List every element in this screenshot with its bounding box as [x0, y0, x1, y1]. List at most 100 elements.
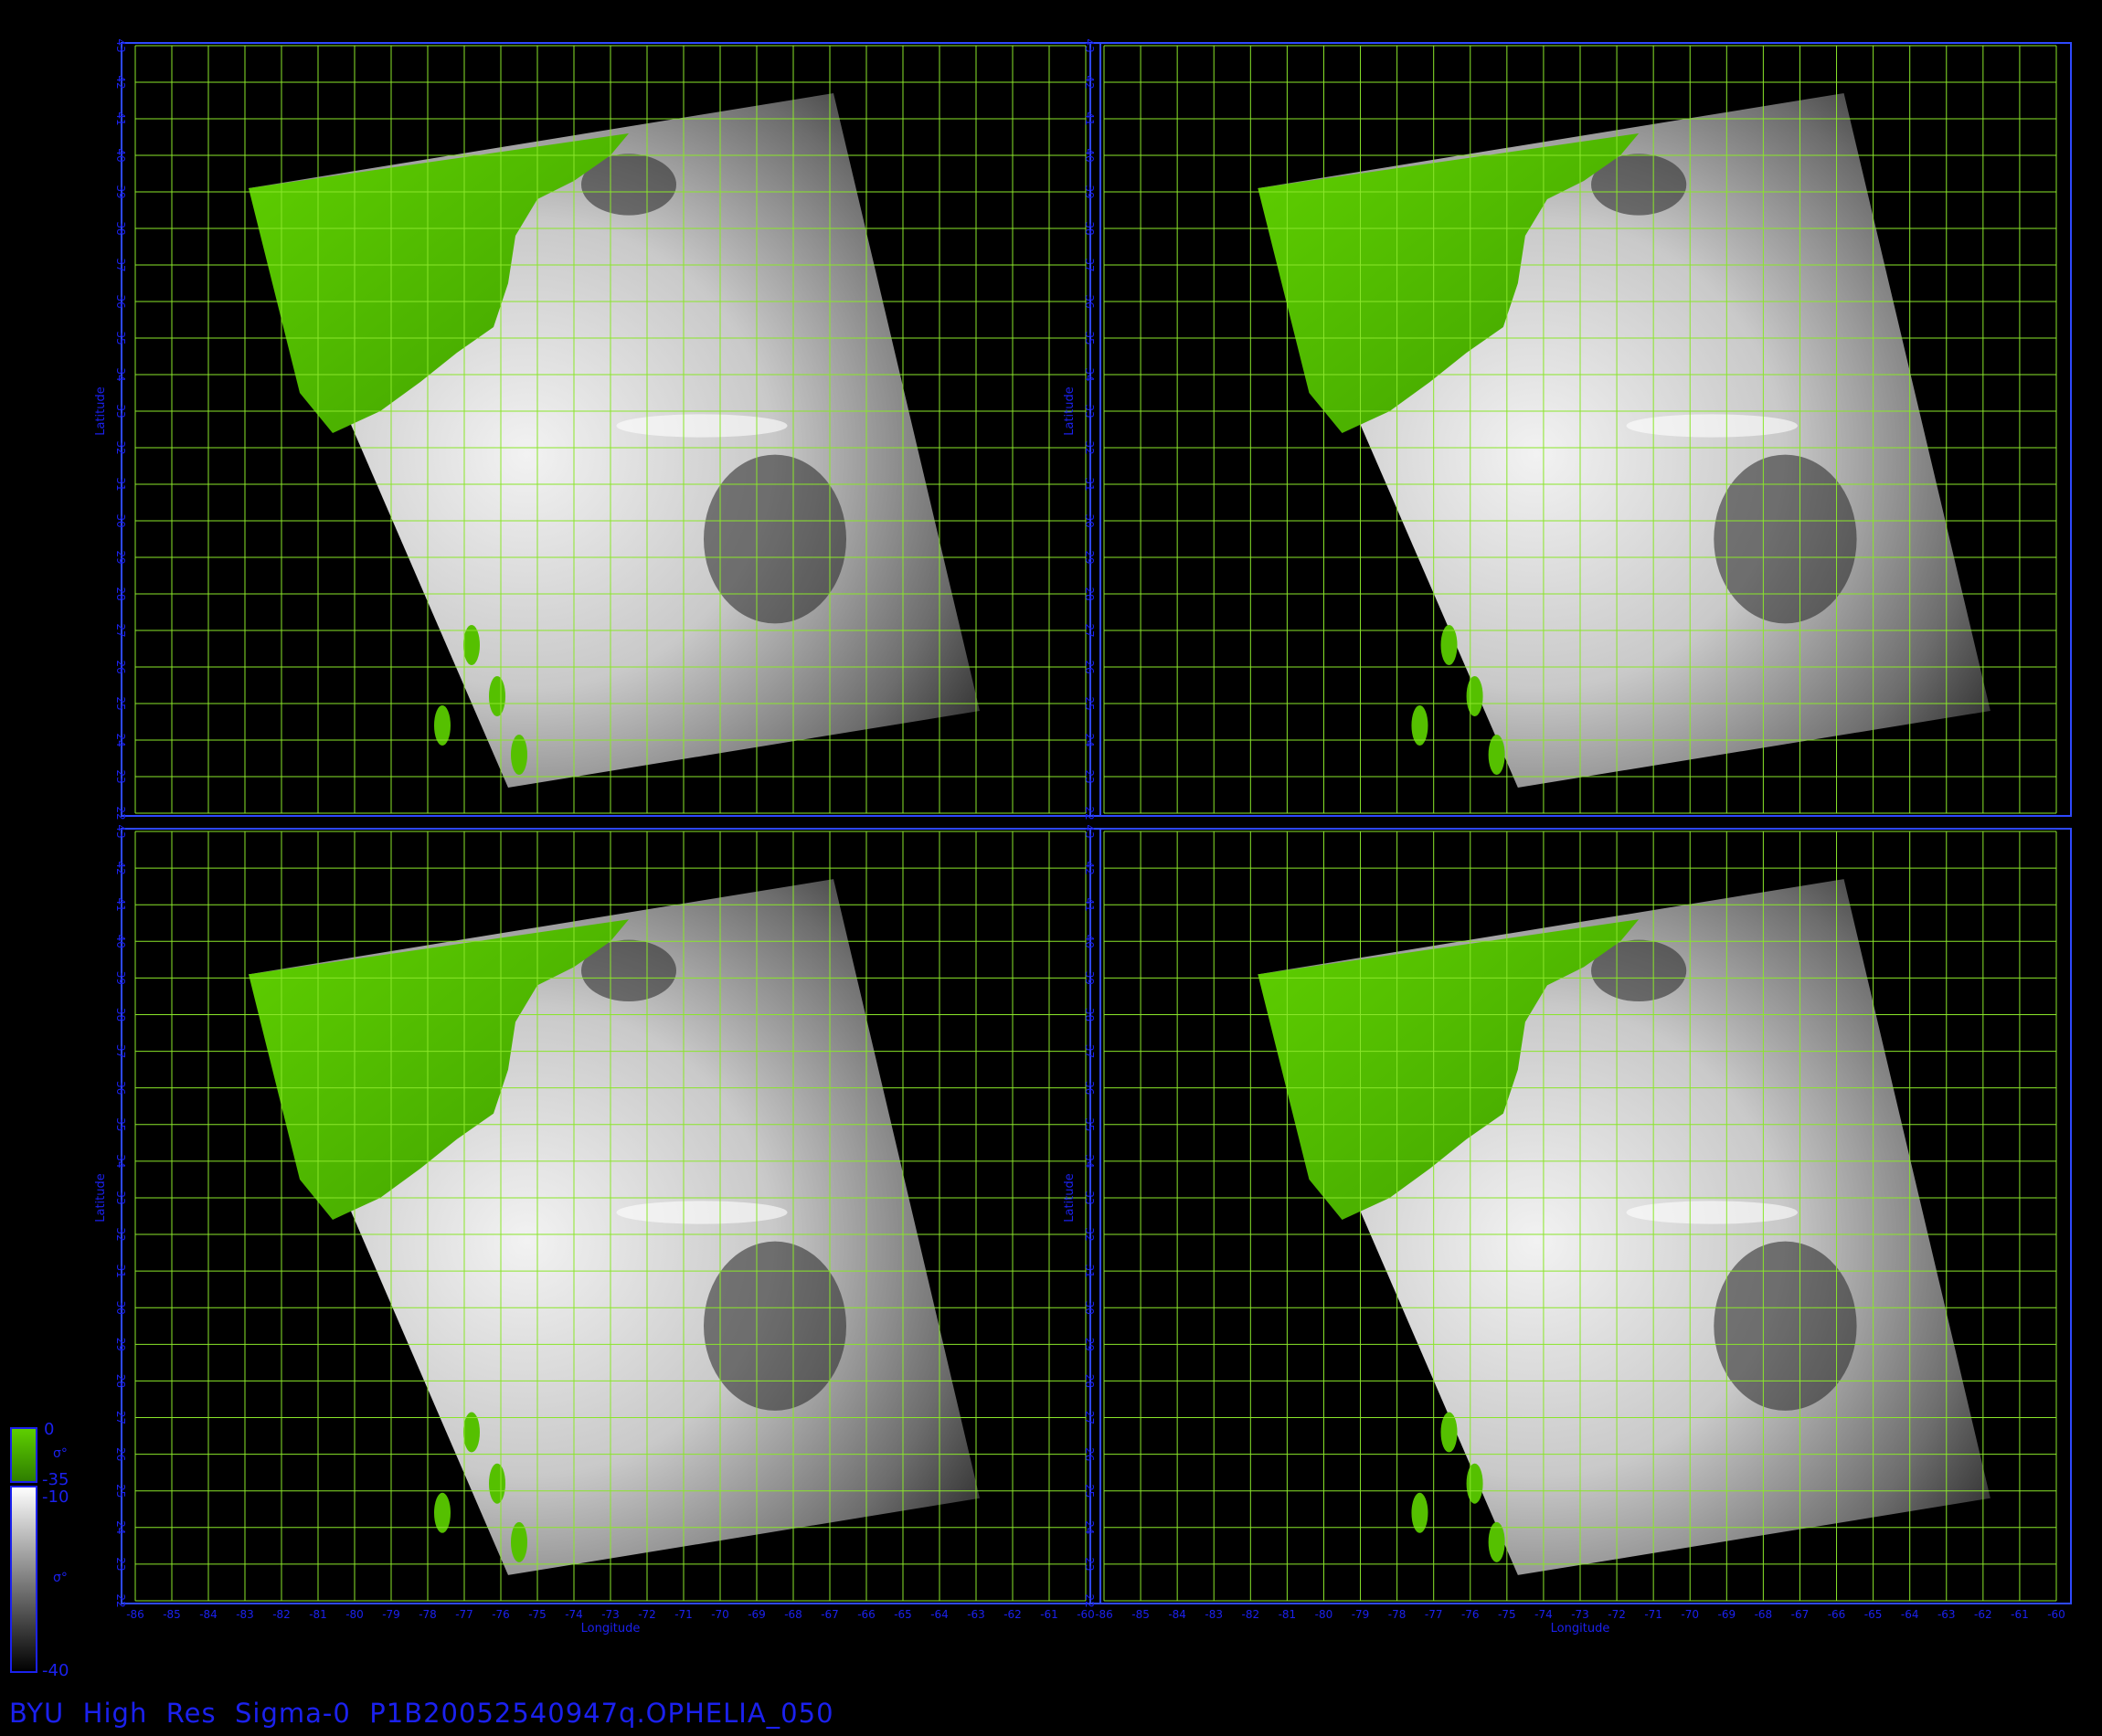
lon-tick-label: -68: [1755, 1608, 1773, 1621]
lat-tick-label: 23: [1083, 1557, 1096, 1571]
lat-tick-label: 22: [114, 806, 127, 820]
lon-tick-label: -67: [821, 1608, 839, 1621]
lat-tick-label: 43: [114, 824, 127, 838]
lat-tick-label: 35: [114, 1117, 127, 1131]
lon-tick-label: -71: [674, 1608, 693, 1621]
lon-tick-label: -79: [1352, 1608, 1370, 1621]
lon-tick-label: -64: [1901, 1608, 1919, 1621]
lat-tick-label: 32: [1083, 1227, 1096, 1241]
lat-tick-label: 37: [1083, 258, 1096, 271]
x-axis-title: Longitude: [1551, 1622, 1610, 1635]
lat-tick-label: 35: [114, 331, 127, 344]
lon-tick-label: -80: [1315, 1608, 1333, 1621]
lon-tick-label: -74: [1534, 1608, 1553, 1621]
lat-tick-label: 25: [114, 1484, 127, 1498]
lat-tick-label: 28: [1083, 587, 1096, 600]
lat-tick-label: 36: [114, 1081, 127, 1095]
map-panel-bottom-right: 22 23 24 25 26 27 28 29 30 31 32 33 34 35 36 37 38 39 40 41…: [1063, 824, 2072, 1635]
lat-tick-label: 22: [1083, 1593, 1096, 1607]
lat-tick-label: 33: [1083, 1191, 1096, 1204]
lat-tick-label: 42: [1083, 861, 1096, 874]
lon-tick-label: -70: [1681, 1608, 1699, 1621]
lat-tick-label: 34: [1083, 367, 1096, 381]
map-panel-top-left: 22 23 24 25 26 27 28 29 30 31 32 33 34 35 36 37 38 39 40 41…: [94, 38, 1101, 820]
panels-layer: 22 23 24 25 26 27 28 29 30 31 32 33 34 35 36 37 38 39 40 41…: [94, 38, 2072, 1635]
lat-tick-label: 26: [1083, 1447, 1096, 1461]
island: [1466, 1463, 1483, 1504]
lon-tick-label: -68: [784, 1608, 802, 1621]
lat-tick-label: 35: [1083, 1117, 1096, 1131]
lat-tick-label: 36: [1083, 1081, 1096, 1095]
lon-tick-label: -81: [309, 1608, 327, 1621]
lon-tick-label: -71: [1644, 1608, 1662, 1621]
lon-tick-label: -62: [1974, 1608, 1992, 1621]
lat-tick-label: 38: [1083, 221, 1096, 235]
lat-tick-label: 35: [1083, 331, 1096, 344]
lon-tick-label: -75: [528, 1608, 547, 1621]
lat-tick-label: 41: [114, 111, 127, 125]
lat-tick-label: 32: [114, 440, 127, 454]
lon-tick-label: -74: [565, 1608, 583, 1621]
colorbar-land-top-label: 0: [44, 1420, 54, 1439]
lon-tick-label: -63: [967, 1608, 985, 1621]
lat-tick-label: 22: [114, 1593, 127, 1607]
lon-tick-label: -73: [1571, 1608, 1589, 1621]
lat-tick-label: 26: [114, 660, 127, 673]
lat-tick-label: 34: [114, 1154, 127, 1168]
lat-tick-label: 43: [1083, 38, 1096, 52]
island: [1488, 1521, 1505, 1562]
y-axis-title: Latitude: [94, 1173, 108, 1223]
bright-band: [616, 1201, 788, 1224]
dark-region: [1714, 1241, 1857, 1411]
map-panel-top-right: 22 23 24 25 26 27 28 29 30 31 32 33 34 35 36 37 38 39 40 41…: [1063, 38, 2072, 820]
lat-tick-label: 26: [114, 1447, 127, 1461]
lat-tick-label: 36: [1083, 294, 1096, 308]
lon-tick-label: -69: [748, 1608, 766, 1621]
island: [1466, 676, 1483, 716]
lat-tick-label: 39: [1083, 185, 1096, 198]
lat-tick-label: 37: [114, 1044, 127, 1058]
lon-tick-label: -84: [199, 1608, 218, 1621]
lon-tick-label: -67: [1791, 1608, 1810, 1621]
lat-tick-label: 26: [1083, 660, 1096, 673]
lon-tick-label: -61: [2011, 1608, 2029, 1621]
lat-tick-label: 31: [1083, 477, 1096, 491]
lat-tick-label: 23: [1083, 769, 1096, 783]
lat-tick-label: 41: [114, 898, 127, 912]
lat-tick-label: 31: [114, 477, 127, 491]
colorbar-land-gradient: [10, 1427, 37, 1483]
island: [1440, 1412, 1458, 1453]
island: [511, 1521, 527, 1562]
lon-tick-label: -76: [492, 1608, 510, 1621]
y-axis-title: Latitude: [1063, 1173, 1077, 1223]
lon-tick-label: -65: [1864, 1608, 1883, 1621]
lat-tick-label: 40: [114, 148, 127, 162]
lat-tick-label: 39: [114, 185, 127, 198]
lat-tick-label: 38: [1083, 1008, 1096, 1021]
lat-tick-label: 43: [114, 38, 127, 52]
lat-tick-label: 28: [1083, 1374, 1096, 1388]
island: [434, 1492, 451, 1533]
island: [1488, 735, 1505, 775]
lat-tick-label: 38: [114, 221, 127, 235]
lat-tick-label: 24: [1083, 1520, 1096, 1534]
lat-tick-label: 38: [114, 1008, 127, 1021]
dark-region: [704, 454, 846, 624]
lat-tick-label: 32: [1083, 440, 1096, 454]
lon-tick-label: -66: [857, 1608, 876, 1621]
lat-tick-label: 24: [1083, 733, 1096, 746]
lon-tick-label: -60: [1077, 1608, 1095, 1621]
lon-tick-label: -78: [1388, 1608, 1407, 1621]
bright-band: [616, 414, 788, 438]
lat-tick-label: 24: [114, 1520, 127, 1534]
lon-tick-label: -80: [345, 1608, 364, 1621]
lon-tick-label: -77: [455, 1608, 473, 1621]
island: [1411, 1492, 1428, 1533]
lat-tick-label: 29: [1083, 550, 1096, 564]
lon-tick-label: -64: [930, 1608, 949, 1621]
lat-tick-label: 39: [1083, 971, 1096, 985]
lat-tick-label: 42: [1083, 75, 1096, 89]
lon-tick-label: -73: [601, 1608, 620, 1621]
lat-tick-label: 43: [1083, 824, 1096, 838]
bright-band: [1626, 1201, 1799, 1224]
